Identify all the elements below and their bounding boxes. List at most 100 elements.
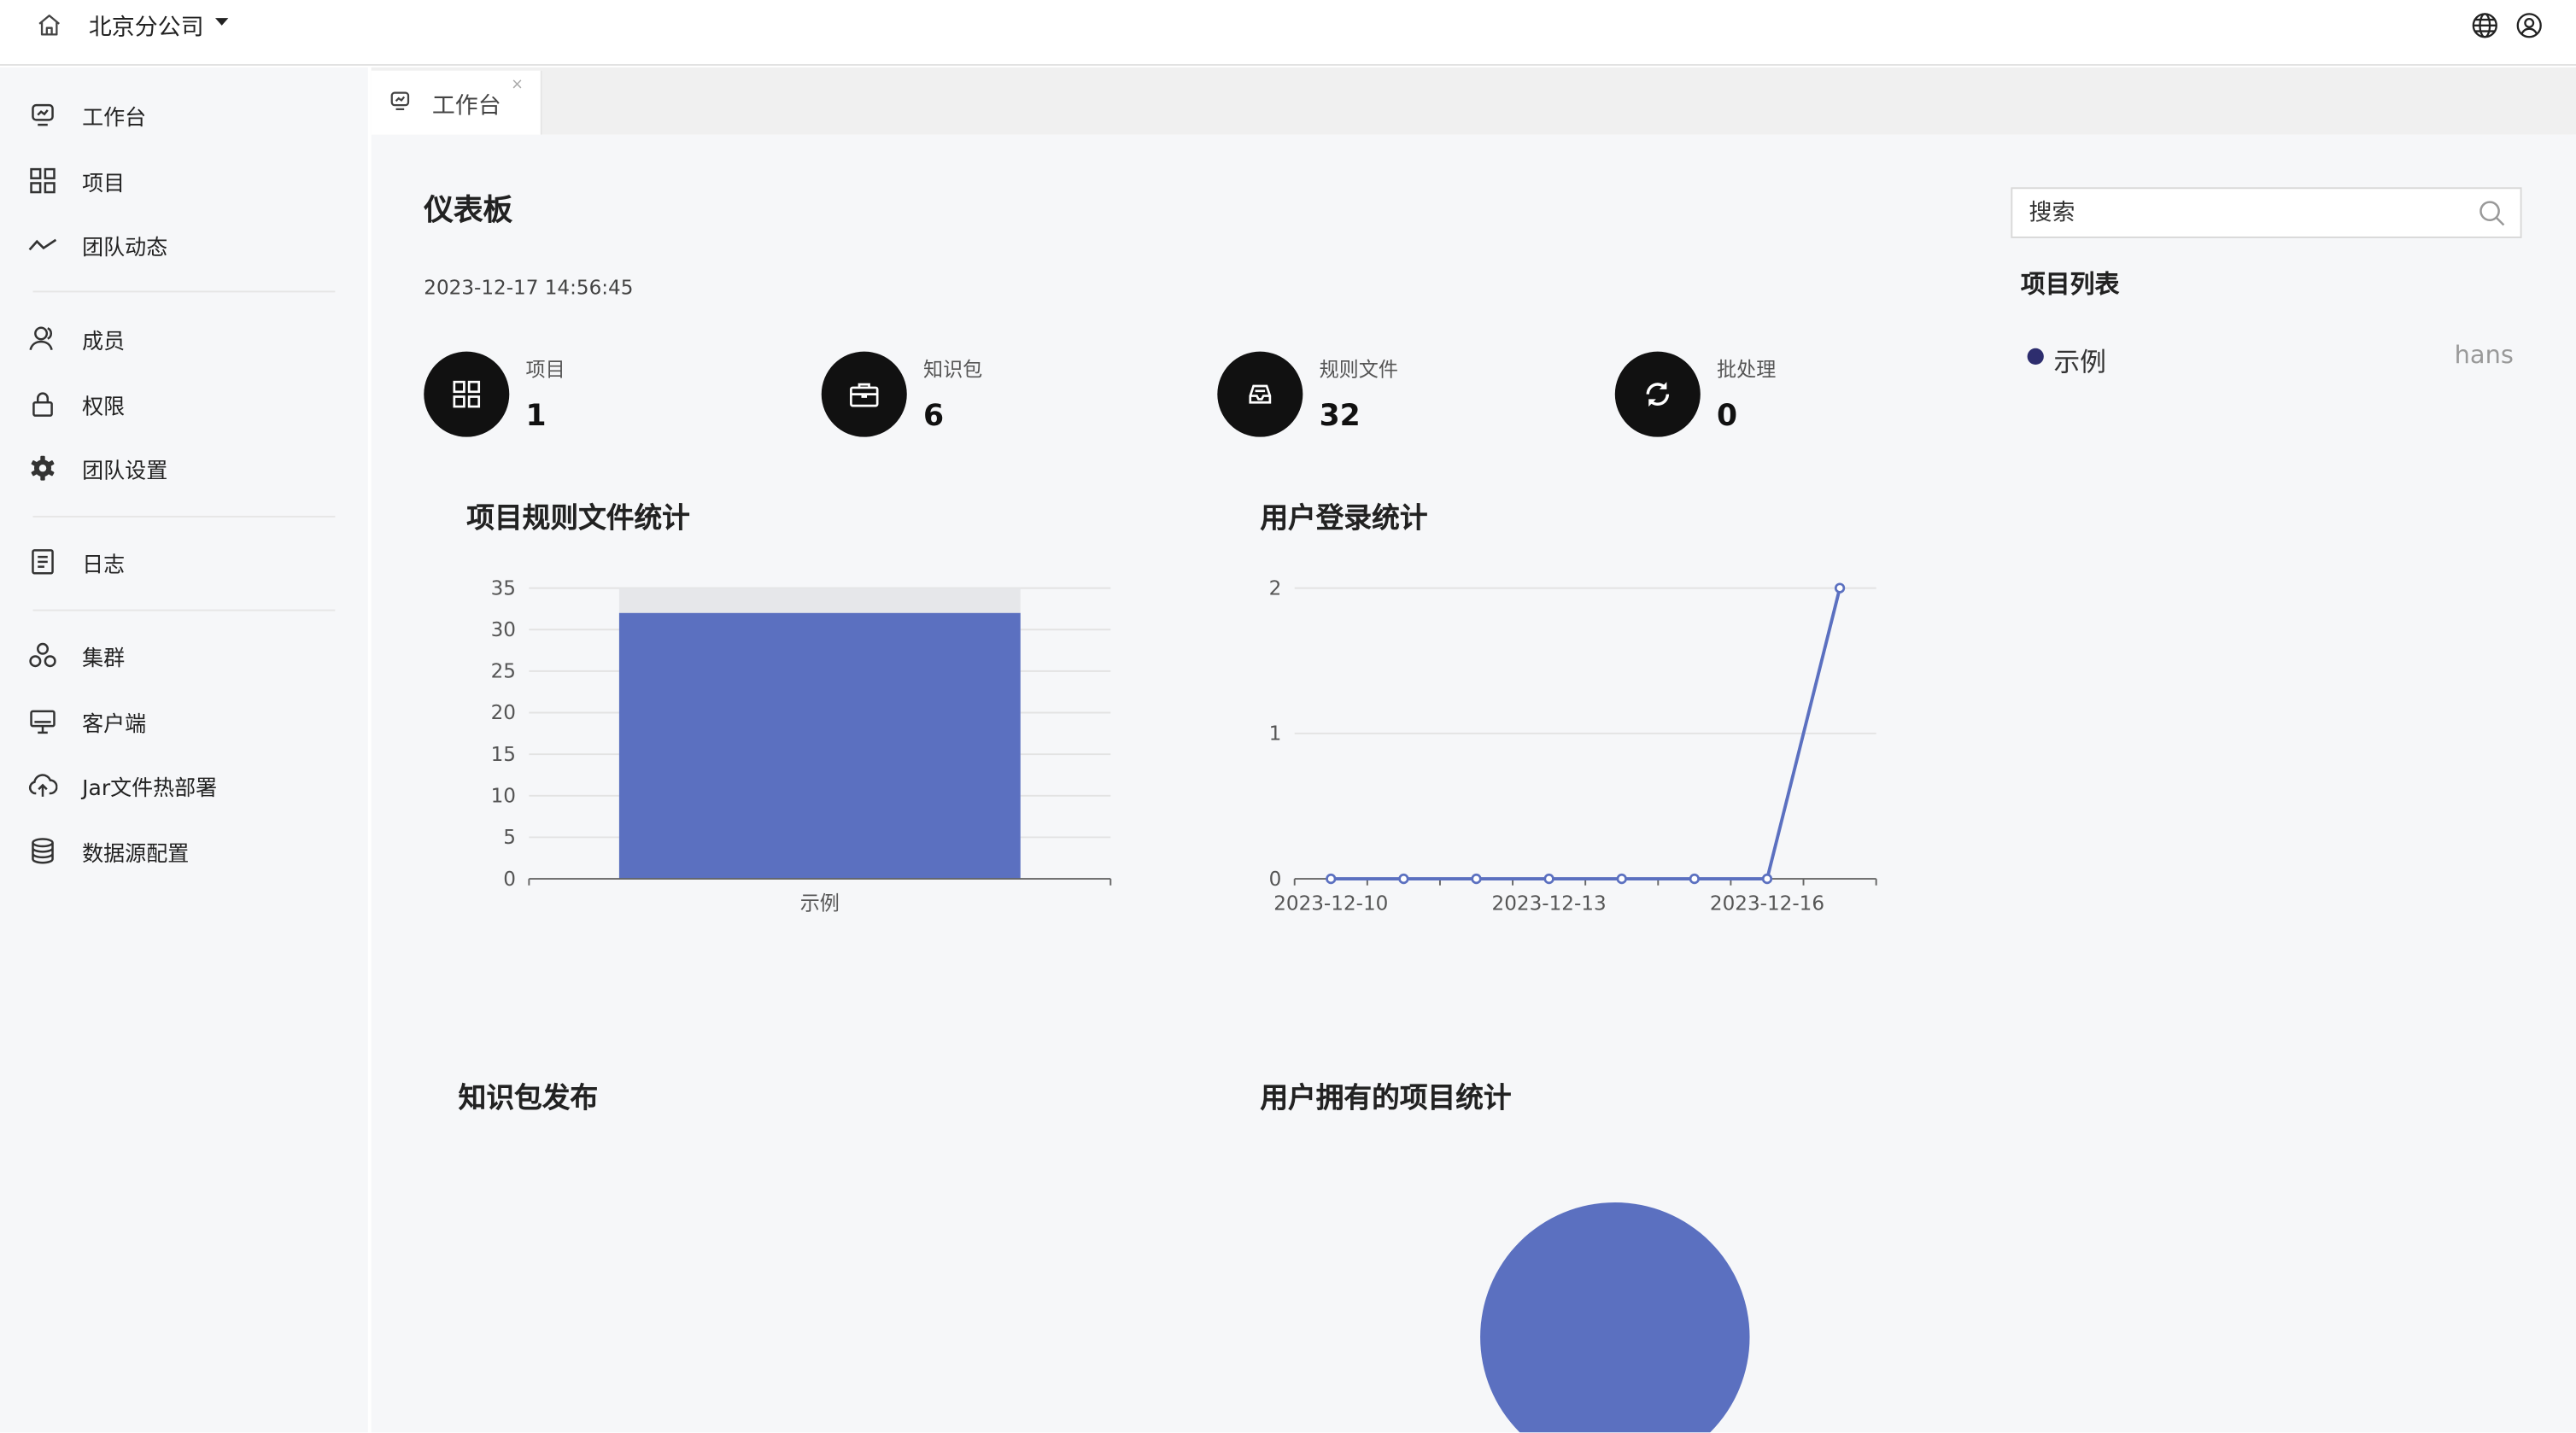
- y-tick-label: 25: [491, 661, 516, 683]
- y-tick-label: 0: [1269, 869, 1282, 891]
- page-title: 仪表板: [424, 193, 513, 229]
- grid-icon: [30, 167, 56, 194]
- sidebar-divider: [32, 515, 336, 518]
- data-point: [1616, 873, 1627, 885]
- data-point: [1398, 873, 1409, 885]
- user-projects-chart-title: 用户拥有的项目统计: [1260, 1082, 1512, 1116]
- log-icon: [32, 549, 54, 575]
- grid-icon: [453, 380, 481, 408]
- chevron-down-icon[interactable]: [214, 13, 230, 29]
- database-icon: [32, 838, 54, 864]
- y-tick-label: 20: [491, 702, 516, 724]
- project-list-item[interactable]: 示例 hans: [2027, 338, 2514, 377]
- stat-icon-circle: [821, 351, 907, 437]
- sidebar-item-projects[interactable]: 项目: [0, 151, 368, 210]
- sidebar-divider: [32, 290, 336, 293]
- current-time: 2023-12-17 14:56:45: [424, 276, 634, 300]
- project-name: 示例: [2053, 346, 2106, 378]
- sidebar-item-label: 集群: [82, 646, 126, 672]
- members-icon: [29, 326, 53, 351]
- user-login-line-chart: 0 1 2 2023-12-10 2023-12-13 2023-12-16: [1269, 577, 1877, 915]
- sidebar-item-cluster[interactable]: 集群: [0, 626, 368, 685]
- sidebar-divider: [32, 609, 336, 611]
- cluster-icon: [29, 642, 56, 668]
- stat-value: 32: [1319, 399, 1361, 434]
- stat-value: 1: [525, 399, 547, 434]
- y-tick-label: 35: [491, 577, 516, 600]
- sidebar-item-logs[interactable]: 日志: [0, 532, 368, 591]
- stat-icon-circle: [424, 351, 510, 437]
- x-tick-label: 2023-12-13: [1492, 893, 1607, 915]
- stat-value: 0: [1717, 399, 1738, 434]
- lock-icon: [32, 392, 53, 417]
- data-point: [1689, 873, 1701, 885]
- top-bar: 北京分公司: [0, 0, 2576, 66]
- stat-label: 规则文件: [1319, 358, 1398, 382]
- y-tick-label: 1: [1269, 723, 1282, 746]
- stat-icon-circle: [1614, 351, 1701, 437]
- package-publish-title: 知识包发布: [458, 1082, 599, 1116]
- user-avatar-icon[interactable]: [2515, 11, 2544, 39]
- search-icon[interactable]: [2478, 199, 2508, 229]
- sidebar-item-label: 工作台: [82, 107, 147, 132]
- sidebar-item-clients[interactable]: 客户端: [0, 692, 368, 751]
- project-search-box: [2011, 187, 2522, 238]
- dashboard-icon: [390, 91, 410, 111]
- y-tick-label: 30: [491, 619, 516, 641]
- home-icon[interactable]: [36, 11, 62, 38]
- data-point: [1326, 873, 1337, 885]
- inbox-icon: [1249, 384, 1272, 404]
- sidebar-item-label: 客户端: [82, 712, 147, 738]
- bullet-dot: [2027, 348, 2044, 366]
- data-point: [1834, 582, 1846, 594]
- data-point: [1471, 873, 1482, 885]
- tab-label: 工作台: [431, 93, 501, 120]
- sidebar-item-label: 团队动态: [82, 236, 168, 261]
- y-tick-label: 5: [503, 827, 516, 849]
- x-tick-label: 2023-12-10: [1273, 893, 1388, 915]
- cloud-upload-icon: [28, 774, 58, 797]
- globe-icon[interactable]: [2471, 11, 2499, 39]
- stat-packages[interactable]: 知识包 6: [821, 351, 1183, 441]
- y-tick-label: 15: [491, 744, 516, 766]
- dashboard-icon: [32, 103, 54, 126]
- monitor-icon: [30, 710, 56, 734]
- sidebar-item-label: 数据源配置: [82, 842, 190, 868]
- sidebar-item-team-activity[interactable]: 团队动态: [0, 215, 368, 274]
- x-tick-label: 示例: [800, 893, 840, 915]
- stat-rule-files[interactable]: 规则文件 32: [1217, 351, 1578, 441]
- stat-projects[interactable]: 项目 1: [424, 351, 785, 441]
- sidebar-item-datasource-config[interactable]: 数据源配置: [0, 822, 368, 880]
- sidebar-item-label: 成员: [82, 330, 126, 355]
- rule-files-bar-chart: 0 5 10 15 20 25 30 35 示例: [491, 577, 1112, 915]
- project-owner: hans: [2454, 340, 2514, 370]
- user-projects-pie-chart: [1480, 1202, 1750, 1433]
- sidebar-item-label: 权限: [82, 395, 126, 421]
- sidebar-item-team-settings[interactable]: 团队设置: [0, 439, 368, 498]
- sidebar-item-workbench[interactable]: 工作台: [0, 85, 368, 144]
- sidebar-item-members[interactable]: 成员: [0, 309, 368, 368]
- stat-label: 项目: [525, 358, 565, 382]
- bar: [618, 612, 1021, 880]
- project-list-title: 项目列表: [2020, 269, 2120, 300]
- stat-batch[interactable]: 批处理 0: [1614, 351, 1976, 441]
- main-content: 仪表板 2023-12-17 14:56:45 项目 1 知识包 6 规则文件 …: [371, 134, 2576, 1433]
- pie-slice: [1480, 1202, 1750, 1433]
- org-switcher[interactable]: 北京分公司: [89, 10, 204, 43]
- sidebar: 工作台 项目 团队动态 成员 权限 团队设置 日志 集群 客户端 Jar文件热部…: [0, 67, 368, 1433]
- data-point: [1543, 873, 1554, 885]
- activity-icon: [28, 238, 57, 251]
- gear-icon: [31, 455, 55, 481]
- stat-icon-circle: [1217, 351, 1303, 437]
- tab-workbench[interactable]: 工作台 ×: [371, 70, 542, 135]
- search-input[interactable]: [2025, 195, 2476, 232]
- x-tick-label: 2023-12-16: [1710, 893, 1824, 915]
- sidebar-item-permissions[interactable]: 权限: [0, 375, 368, 434]
- data-point: [1761, 873, 1773, 885]
- sidebar-item-jar-hot-deploy[interactable]: Jar文件热部署: [0, 756, 368, 815]
- close-icon[interactable]: ×: [511, 77, 524, 93]
- y-tick-label: 2: [1269, 577, 1282, 600]
- y-tick-label: 10: [491, 785, 516, 807]
- sidebar-item-label: 团队设置: [82, 459, 168, 485]
- briefcase-icon: [850, 383, 879, 407]
